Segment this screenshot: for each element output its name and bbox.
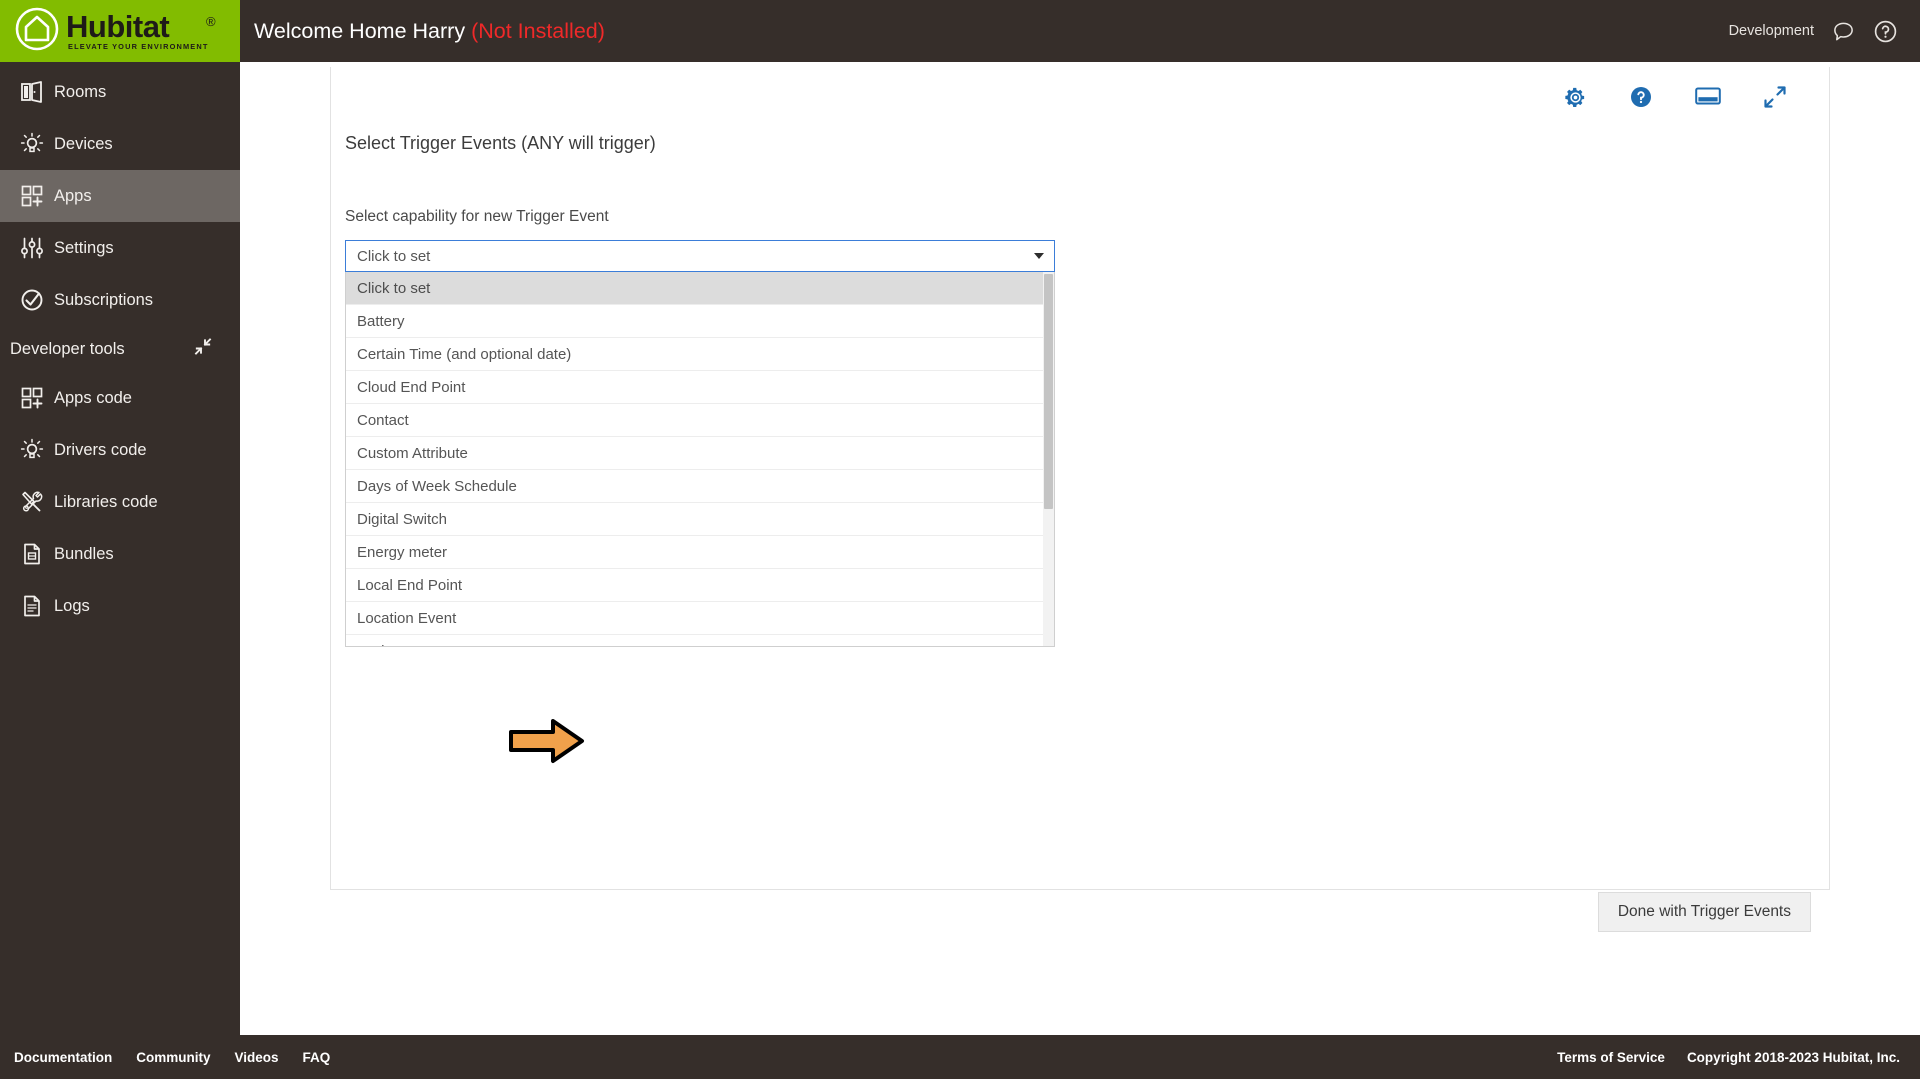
page-title: Welcome Home Harry (Not Installed) [254, 19, 605, 44]
capability-dropdown-list[interactable]: Click to set Battery Certain Time (and opt… [345, 272, 1055, 647]
dropdown-option[interactable]: Click to set [346, 272, 1054, 305]
done-with-trigger-events-button[interactable]: Done with Trigger Events [1597, 892, 1811, 932]
dropdown-option[interactable]: Local End Point [346, 569, 1054, 602]
sidebar-item-apps-code[interactable]: Apps code [0, 372, 240, 424]
footer: Documentation Community Videos FAQ Terms… [0, 1035, 1920, 1079]
registered-mark: ® [205, 13, 216, 29]
brand-tagline: ELEVATE YOUR ENVIRONMENT [68, 41, 209, 51]
footer-link-documentation[interactable]: Documentation [14, 1050, 112, 1065]
question-circle-icon[interactable] [1873, 19, 1898, 44]
page-title-text: Welcome Home Harry [254, 18, 466, 43]
top-header-bar: Welcome Home Harry (Not Installed) Devel… [240, 0, 1920, 62]
gear-icon[interactable] [1564, 86, 1587, 109]
sidebar-item-subscriptions[interactable]: Subscriptions [0, 274, 240, 326]
sidebar-developer-nav: Apps code Drivers code Libraries code Bu… [0, 372, 240, 632]
sidebar-item-label: Rooms [54, 82, 107, 101]
sidebar-section-developer-tools: Developer tools [0, 326, 240, 372]
sidebar-item-label: Settings [54, 238, 114, 257]
rooms-icon [10, 80, 54, 104]
dropdown-scrollbar-track[interactable] [1043, 272, 1054, 646]
sidebar-item-label: Devices [54, 134, 113, 153]
devices-bulb-icon [10, 132, 54, 156]
copyright-text: Copyright 2018-2023 Hubitat, Inc. [1686, 1049, 1900, 1065]
page-body: Select Trigger Events (ANY will trigger)… [240, 62, 1920, 1079]
sidebar-item-label: Subscriptions [54, 290, 154, 309]
collapse-arrows-icon[interactable] [194, 338, 212, 361]
sidebar-item-bundles[interactable]: Bundles [0, 528, 240, 580]
section-title: Select Trigger Events (ANY will trigger) [345, 133, 656, 153]
check-circle-icon [10, 288, 54, 312]
sidebar-main-nav: Rooms Devices Apps Settings Subscription… [0, 62, 240, 326]
sidebar-item-libraries-code[interactable]: Libraries code [0, 476, 240, 528]
sidebar-item-rooms[interactable]: Rooms [0, 66, 240, 118]
dropdown-option[interactable]: Custom Attribute [346, 437, 1054, 470]
dropdown-option[interactable]: Certain Time (and optional date) [346, 338, 1054, 371]
capability-field-label: Select capability for new Trigger Event [345, 208, 609, 225]
orange-right-arrow-icon [508, 717, 586, 765]
footer-link-faq[interactable]: FAQ [303, 1050, 331, 1065]
sidebar-item-label: Bundles [54, 544, 114, 563]
sidebar: Hubitat ELEVATE YOUR ENVIRONMENT ® Rooms [0, 0, 240, 1079]
footer-link-community[interactable]: Community [136, 1050, 210, 1065]
question-circle-icon[interactable] [1629, 85, 1653, 109]
capability-select-value: Click to set [357, 247, 431, 265]
sidebar-item-label: Logs [54, 596, 90, 615]
sidebar-item-apps[interactable]: Apps [0, 170, 240, 222]
expand-arrows-icon[interactable] [1763, 85, 1787, 109]
brand-wordmark: Hubitat ELEVATE YOUR ENVIRONMENT ® [66, 8, 216, 51]
chevron-down-icon[interactable] [1034, 253, 1044, 259]
hubitat-house-icon [14, 6, 60, 57]
dropdown-option[interactable]: Lock [346, 635, 1054, 646]
sidebar-item-settings[interactable]: Settings [0, 222, 240, 274]
tools-wrench-screwdriver-icon [10, 490, 54, 514]
capability-select[interactable]: Click to set [345, 240, 1055, 272]
chat-bubble-icon[interactable] [1832, 20, 1855, 43]
devices-bulb-icon [10, 438, 54, 462]
dropdown-options: Click to set Battery Certain Time (and opt… [346, 272, 1054, 646]
footer-link-videos[interactable]: Videos [235, 1050, 279, 1065]
environment-label: Development [1728, 23, 1814, 39]
dropdown-option[interactable]: Battery [346, 305, 1054, 338]
card-toolbar [1564, 85, 1787, 109]
apps-grid-icon [10, 386, 54, 410]
monitor-icon[interactable] [1695, 86, 1721, 108]
sidebar-item-label: Apps [54, 186, 92, 205]
logs-document-icon [10, 594, 54, 618]
footer-link-terms-of-service[interactable]: Terms of Service [1557, 1050, 1665, 1065]
dropdown-option[interactable]: Digital Switch [346, 503, 1054, 536]
bundle-document-icon [10, 542, 54, 566]
apps-grid-icon [10, 184, 54, 208]
sidebar-item-label: Libraries code [54, 492, 158, 511]
footer-legal: Terms of Service Copyright 2018-2023 Hub… [1557, 1050, 1920, 1065]
sidebar-item-devices[interactable]: Devices [0, 118, 240, 170]
dropdown-option[interactable]: Contact [346, 404, 1054, 437]
footer-links: Documentation Community Videos FAQ [0, 1050, 330, 1065]
sidebar-item-label: Apps code [54, 388, 132, 407]
dropdown-option[interactable]: Cloud End Point [346, 371, 1054, 404]
top-header-actions: Development [1729, 19, 1920, 44]
brand-name: Hubitat [66, 8, 170, 44]
brand-logo[interactable]: Hubitat ELEVATE YOUR ENVIRONMENT ® [0, 0, 240, 62]
sidebar-item-label: Drivers code [54, 440, 147, 459]
dropdown-option[interactable]: Energy meter [346, 536, 1054, 569]
sidebar-item-logs[interactable]: Logs [0, 580, 240, 632]
dropdown-option[interactable]: Days of Week Schedule [346, 470, 1054, 503]
dropdown-scrollbar-thumb[interactable] [1044, 274, 1053, 509]
app-settings-card: Select Trigger Events (ANY will trigger)… [330, 67, 1830, 932]
sliders-icon [10, 236, 54, 260]
install-state-badge: (Not Installed) [471, 18, 605, 43]
sidebar-item-drivers-code[interactable]: Drivers code [0, 424, 240, 476]
done-button-label: Done with Trigger Events [1617, 903, 1791, 920]
dropdown-option[interactable]: Location Event [346, 602, 1054, 635]
sidebar-section-label: Developer tools [10, 339, 125, 358]
